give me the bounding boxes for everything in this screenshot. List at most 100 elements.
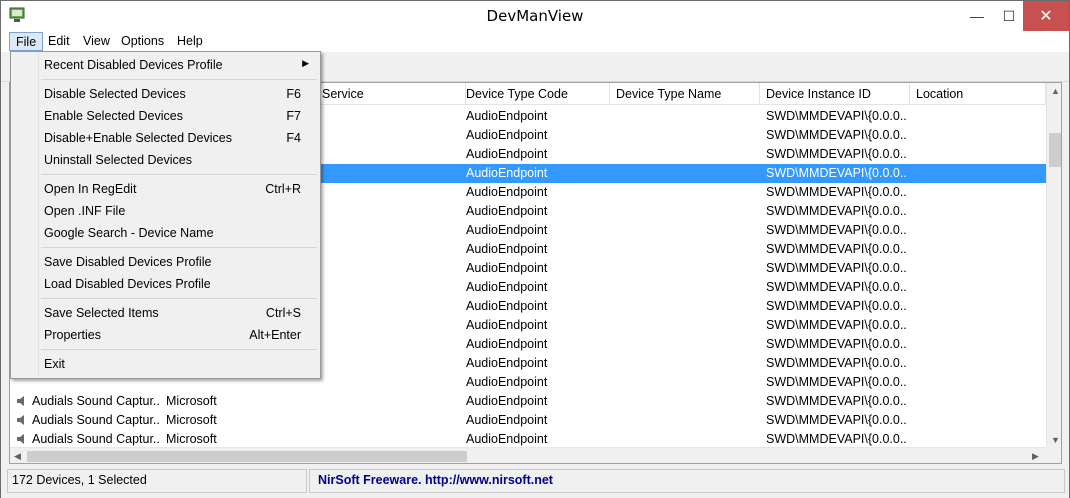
minimize-button[interactable]: — [959, 1, 995, 31]
menu-item-recent-disabled-profile[interactable]: Recent Disabled Devices Profile ▶ [14, 54, 317, 76]
menu-item-shortcut: Ctrl+S [265, 306, 301, 320]
menu-item-label: Disable Selected Devices [44, 87, 186, 101]
device-instance-id-cell: SWD\MMDEVAPI\{0.0.0.... [766, 299, 906, 313]
device-instance-id-cell: SWD\MMDEVAPI\{0.0.0.... [766, 147, 906, 161]
menu-help[interactable]: Help [171, 32, 209, 51]
column-header-service[interactable]: Service [316, 83, 466, 105]
device-type-code-cell: AudioEndpoint [466, 432, 548, 446]
device-instance-id-cell: SWD\MMDEVAPI\{0.0.0.... [766, 318, 906, 332]
window-title: DevManView [486, 7, 584, 25]
menu-separator [41, 247, 317, 248]
device-type-code-cell: AudioEndpoint [466, 299, 548, 313]
device-type-code-cell: AudioEndpoint [466, 128, 548, 142]
device-type-code-cell: AudioEndpoint [466, 394, 548, 408]
menu-item-open-inf-file[interactable]: Open .INF File [14, 200, 317, 222]
menu-item-save-disabled-profile[interactable]: Save Disabled Devices Profile [14, 251, 317, 273]
menu-item-label: Open In RegEdit [44, 182, 137, 196]
device-type-code-cell: AudioEndpoint [466, 375, 548, 389]
menu-item-save-selected-items[interactable]: Save Selected Items Ctrl+S [14, 302, 317, 324]
menu-item-load-disabled-profile[interactable]: Load Disabled Devices Profile [14, 273, 317, 295]
menu-item-enable-selected[interactable]: Enable Selected Devices F7 [14, 105, 317, 127]
menu-item-properties[interactable]: Properties Alt+Enter [14, 324, 317, 346]
device-type-code-cell: AudioEndpoint [466, 185, 548, 199]
scroll-corner [1046, 447, 1061, 463]
horizontal-scroll-thumb[interactable] [27, 451, 467, 462]
menu-view[interactable]: View [77, 32, 116, 51]
menu-item-open-in-regedit[interactable]: Open In RegEdit Ctrl+R [14, 178, 317, 200]
menu-item-label: Save Disabled Devices Profile [44, 255, 212, 269]
scroll-right-icon[interactable]: ▶ [1032, 451, 1039, 462]
device-manufacturer-cell: Microsoft [166, 394, 217, 408]
menu-item-label: Exit [44, 357, 65, 371]
column-header-location[interactable]: Location [910, 83, 1046, 105]
column-header-device-type-name[interactable]: Device Type Name [610, 83, 760, 105]
title-bar: DevManView — ☐ ✕ [1, 1, 1069, 31]
menu-item-shortcut: Ctrl+R [265, 182, 301, 196]
menu-file[interactable]: File [9, 32, 44, 51]
menu-item-disable-selected[interactable]: Disable Selected Devices F6 [14, 83, 317, 105]
device-instance-id-cell: SWD\MMDEVAPI\{0.0.0.... [766, 166, 906, 180]
file-menu-dropdown: Recent Disabled Devices Profile ▶ Disabl… [10, 51, 321, 379]
device-type-code-cell: AudioEndpoint [466, 242, 548, 256]
device-manufacturer-cell: Microsoft [166, 413, 217, 427]
device-instance-id-cell: SWD\MMDEVAPI\{0.0.0.... [766, 242, 906, 256]
device-instance-id-cell: SWD\MMDEVAPI\{0.0.0.... [766, 128, 906, 142]
menu-item-label: Recent Disabled Devices Profile [44, 58, 223, 72]
device-name-cell: Audials Sound Captur... [32, 432, 160, 446]
menu-item-shortcut: F6 [286, 87, 301, 101]
scroll-up-icon[interactable]: ▲ [1051, 86, 1060, 96]
submenu-arrow-icon: ▶ [302, 58, 309, 68]
scroll-down-icon[interactable]: ▼ [1051, 435, 1060, 445]
app-window: DevManView — ☐ ✕ File Edit View Options … [0, 0, 1070, 498]
menu-separator [41, 349, 317, 350]
status-device-count: 172 Devices, 1 Selected [7, 469, 307, 493]
vertical-scrollbar[interactable]: ▲ ▼ [1046, 83, 1061, 447]
menu-item-label: Uninstall Selected Devices [44, 153, 192, 167]
device-type-code-cell: AudioEndpoint [466, 147, 548, 161]
device-type-code-cell: AudioEndpoint [466, 223, 548, 237]
device-instance-id-cell: SWD\MMDEVAPI\{0.0.0.... [766, 204, 906, 218]
table-row[interactable]: Audials Sound Captur... Microsoft AudioEnd… [10, 411, 1046, 430]
status-credit-link[interactable]: NirSoft Freeware. http://www.nirsoft.net [309, 469, 1065, 493]
device-type-code-cell: AudioEndpoint [466, 166, 548, 180]
device-type-code-cell: AudioEndpoint [466, 261, 548, 275]
device-type-code-cell: AudioEndpoint [466, 356, 548, 370]
menu-item-uninstall-selected[interactable]: Uninstall Selected Devices [14, 149, 317, 171]
device-instance-id-cell: SWD\MMDEVAPI\{0.0.0.... [766, 109, 906, 123]
device-manufacturer-cell: Microsoft [166, 432, 217, 446]
menu-item-label: Disable+Enable Selected Devices [44, 131, 232, 145]
device-type-code-cell: AudioEndpoint [466, 318, 548, 332]
device-instance-id-cell: SWD\MMDEVAPI\{0.0.0.... [766, 394, 906, 408]
scroll-left-icon[interactable]: ◀ [14, 451, 21, 462]
device-instance-id-cell: SWD\MMDEVAPI\{0.0.0.... [766, 185, 906, 199]
device-instance-id-cell: SWD\MMDEVAPI\{0.0.0.... [766, 432, 906, 446]
device-type-code-cell: AudioEndpoint [466, 109, 548, 123]
menu-item-label: Google Search - Device Name [44, 226, 214, 240]
device-type-code-cell: AudioEndpoint [466, 413, 548, 427]
device-type-code-cell: AudioEndpoint [466, 280, 548, 294]
menu-item-label: Properties [44, 328, 101, 342]
menu-options[interactable]: Options [115, 32, 170, 51]
device-name-cell: Audials Sound Captur... [32, 413, 160, 427]
menu-item-label: Enable Selected Devices [44, 109, 183, 123]
menu-item-label: Load Disabled Devices Profile [44, 277, 211, 291]
status-bar: 172 Devices, 1 Selected NirSoft Freeware… [1, 467, 1069, 498]
menu-item-google-search[interactable]: Google Search - Device Name [14, 222, 317, 244]
menu-item-disable-enable-selected[interactable]: Disable+Enable Selected Devices F4 [14, 127, 317, 149]
device-instance-id-cell: SWD\MMDEVAPI\{0.0.0.... [766, 337, 906, 351]
vertical-scroll-thumb[interactable] [1049, 133, 1061, 167]
device-instance-id-cell: SWD\MMDEVAPI\{0.0.0.... [766, 375, 906, 389]
device-instance-id-cell: SWD\MMDEVAPI\{0.0.0.... [766, 261, 906, 275]
column-header-device-type-code[interactable]: Device Type Code [460, 83, 610, 105]
menu-item-label: Save Selected Items [44, 306, 159, 320]
menu-bar: File Edit View Options Help [1, 31, 1069, 52]
column-header-device-instance-id[interactable]: Device Instance ID [760, 83, 910, 105]
menu-item-shortcut: F7 [286, 109, 301, 123]
menu-item-exit[interactable]: Exit [14, 353, 317, 375]
close-button[interactable]: ✕ [1023, 1, 1069, 31]
menu-item-label: Open .INF File [44, 204, 126, 218]
maximize-button[interactable]: ☐ [995, 1, 1023, 31]
table-row[interactable]: Audials Sound Captur... Microsoft AudioEnd… [10, 392, 1046, 411]
menu-edit[interactable]: Edit [42, 32, 76, 51]
horizontal-scrollbar[interactable]: ◀ ▶ [10, 447, 1046, 463]
